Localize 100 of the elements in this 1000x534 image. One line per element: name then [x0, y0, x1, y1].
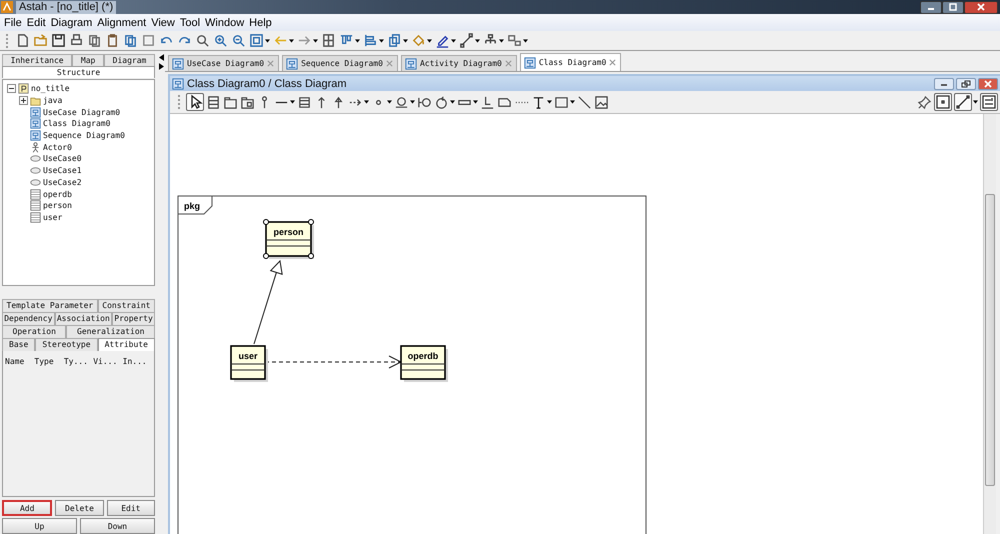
navigator-tab[interactable]: Inheritance: [2, 54, 72, 66]
generalization-arrow[interactable]: [254, 260, 283, 344]
pushpin-icon[interactable]: [917, 94, 932, 110]
document-tab[interactable]: Activity Diagram0: [400, 55, 517, 71]
property-tab[interactable]: Property: [112, 312, 155, 326]
document-tab[interactable]: UseCase Diagram0: [168, 55, 280, 71]
caret-icon[interactable]: [473, 100, 478, 104]
menu-item[interactable]: Edit: [24, 16, 48, 28]
tree-item[interactable]: UseCase Diagram0: [43, 108, 120, 117]
expander-icon[interactable]: [7, 84, 16, 94]
caret-icon[interactable]: [427, 38, 432, 42]
property-tab[interactable]: Template Parameter: [2, 299, 98, 312]
copy-icon[interactable]: [123, 33, 138, 48]
layout-icon[interactable]: [980, 93, 998, 111]
class-icon[interactable]: [297, 94, 312, 110]
layers-icon[interactable]: [387, 33, 402, 48]
grid-icon[interactable]: [321, 33, 336, 48]
pen-icon[interactable]: [435, 33, 450, 48]
blocks-icon[interactable]: [507, 33, 522, 48]
close-button[interactable]: [964, 0, 998, 14]
caret-icon[interactable]: [403, 38, 408, 42]
line-icon[interactable]: [459, 33, 474, 48]
caret-icon[interactable]: [499, 38, 504, 42]
control-icon[interactable]: [434, 94, 449, 110]
edit-button[interactable]: Edit: [106, 500, 155, 516]
minimize-button[interactable]: [934, 78, 954, 90]
document-tab[interactable]: Class Diagram0: [520, 53, 622, 71]
menu-item[interactable]: File: [2, 16, 24, 28]
caret-icon[interactable]: [547, 100, 552, 104]
restore-button[interactable]: [956, 78, 976, 90]
property-tab[interactable]: Operation: [2, 325, 66, 338]
magnifier-icon[interactable]: [195, 33, 210, 48]
menu-item[interactable]: Window: [203, 16, 246, 28]
package-icon[interactable]: [223, 94, 238, 110]
property-tab[interactable]: Attribute: [98, 338, 155, 352]
align-left-icon[interactable]: [363, 33, 378, 48]
text-tool-icon[interactable]: [531, 94, 546, 110]
column-header[interactable]: Type: [34, 357, 64, 366]
image-icon[interactable]: [594, 94, 609, 110]
tree-item[interactable]: user: [43, 212, 62, 222]
tree-item[interactable]: person: [43, 201, 72, 210]
document-tab[interactable]: Sequence Diagram0: [282, 55, 398, 71]
tree-item[interactable]: UseCase1: [43, 166, 82, 176]
up-button[interactable]: Up: [2, 518, 77, 534]
property-tab[interactable]: Constraint: [98, 299, 155, 312]
caret-icon[interactable]: [570, 100, 575, 104]
fit-icon[interactable]: [249, 33, 264, 48]
connector-icon[interactable]: [954, 93, 972, 111]
tree-item[interactable]: operdb: [43, 190, 72, 199]
caret-icon[interactable]: [523, 38, 528, 42]
menu-item[interactable]: Tool: [178, 16, 202, 28]
caret-icon[interactable]: [289, 38, 294, 42]
tree-item[interactable]: UseCase0: [43, 154, 82, 164]
caret-icon[interactable]: [475, 38, 480, 42]
navigator-tab[interactable]: Diagram: [104, 54, 155, 66]
tree-item[interactable]: Actor0: [43, 142, 72, 152]
tree-item[interactable]: Class Diagram0: [43, 119, 110, 128]
menu-item[interactable]: Alignment: [95, 16, 148, 28]
caret-icon[interactable]: [364, 100, 369, 104]
package-tab[interactable]: pkg: [178, 196, 212, 214]
tree-item[interactable]: Sequence Diagram0: [43, 131, 125, 140]
column-header[interactable]: In...: [122, 357, 152, 366]
menu-item[interactable]: Help: [247, 16, 274, 28]
diagonal-line-icon[interactable]: [577, 94, 592, 110]
caret-icon[interactable]: [290, 100, 295, 104]
vertical-scrollbar[interactable]: [983, 114, 996, 534]
down-button[interactable]: Down: [80, 518, 155, 534]
lollipop-icon[interactable]: [394, 94, 409, 110]
column-header[interactable]: Vi...: [93, 357, 123, 366]
close-icon[interactable]: [609, 59, 616, 66]
tree-item[interactable]: UseCase2: [43, 178, 82, 187]
square-icon[interactable]: [141, 33, 156, 48]
menu-item[interactable]: View: [149, 16, 177, 28]
caret-icon[interactable]: [265, 38, 270, 42]
rectangle-icon[interactable]: [554, 94, 569, 110]
caret-icon[interactable]: [379, 38, 384, 42]
caret-icon[interactable]: [451, 38, 456, 42]
navigator-tab[interactable]: Map: [72, 54, 104, 66]
caret-icon[interactable]: [410, 100, 415, 104]
tree-item[interactable]: java: [43, 96, 62, 106]
tree-item[interactable]: no_title: [31, 84, 70, 94]
save-icon[interactable]: [51, 33, 66, 48]
minimize-button[interactable]: [920, 0, 942, 14]
property-tab[interactable]: Dependency: [2, 312, 55, 326]
navigator-tab[interactable]: Structure: [2, 66, 155, 78]
collapse-left-icon[interactable]: [158, 54, 164, 61]
underline-icon[interactable]: [480, 94, 495, 110]
zoom-in-icon[interactable]: [213, 33, 228, 48]
expand-right-icon[interactable]: [158, 63, 164, 70]
package-image-icon[interactable]: [240, 94, 255, 110]
maximize-button[interactable]: [942, 0, 964, 14]
class-box[interactable]: operdb: [400, 345, 448, 382]
caret-icon[interactable]: [313, 38, 318, 42]
delete-button[interactable]: Delete: [55, 500, 104, 516]
menu-item[interactable]: Diagram: [48, 16, 94, 28]
copy-icon[interactable]: [87, 33, 102, 48]
print-icon[interactable]: [69, 33, 84, 48]
clipboard-icon[interactable]: [105, 33, 120, 48]
column-header[interactable]: Name: [5, 357, 34, 366]
column-header[interactable]: Ty...: [64, 357, 94, 366]
